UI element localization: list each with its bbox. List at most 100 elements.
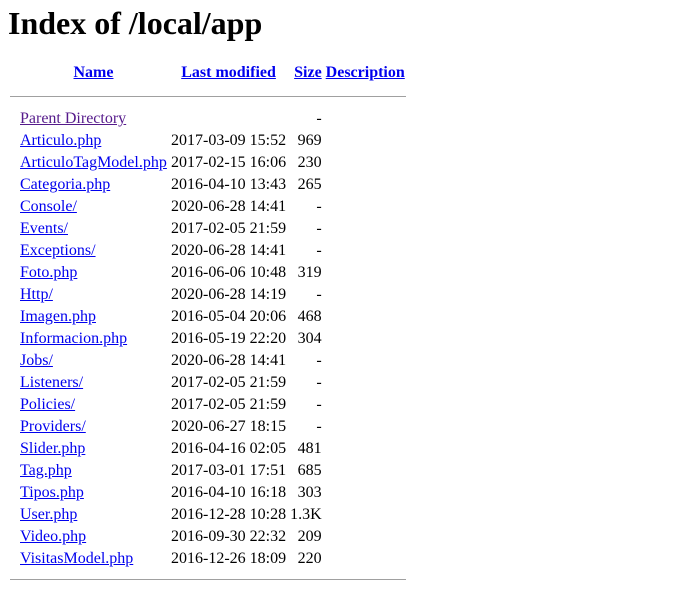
size-cell: 319 <box>297 264 322 281</box>
last-modified-cell: 2017-03-01 17:51 <box>171 462 287 479</box>
icon-cell <box>10 417 17 437</box>
icon-cell <box>10 307 17 327</box>
name-cell: Policies/ <box>19 395 168 415</box>
size-cell: 969 <box>297 132 322 149</box>
file-link[interactable]: Slider.php <box>20 440 85 457</box>
file-row: Slider.php 2016-04-16 02:05 481 <box>10 439 406 459</box>
name-cell: ArticuloTagModel.php <box>19 153 168 173</box>
last-modified-cell: 2020-06-27 18:15 <box>171 418 287 435</box>
description-cell <box>325 417 406 437</box>
icon-cell <box>10 549 17 569</box>
size-cell: 685 <box>297 462 322 479</box>
last-modified-cell: 2016-05-04 20:06 <box>171 308 287 325</box>
icon-cell <box>10 285 17 305</box>
name-cell: Video.php <box>19 527 168 547</box>
sort-by-description-link[interactable]: Description <box>326 64 405 81</box>
last-modified-cell: 2016-06-06 10:48 <box>171 264 287 281</box>
description-cell <box>325 329 406 349</box>
last-modified-cell: 2016-05-19 22:20 <box>171 330 287 347</box>
file-link[interactable]: ArticuloTagModel.php <box>20 154 167 171</box>
file-row: Foto.php 2016-06-06 10:48 319 <box>10 263 406 283</box>
icon-cell <box>10 483 17 503</box>
icon-cell <box>10 329 17 349</box>
file-row: Listeners/2017-02-05 21:59 - <box>10 373 406 393</box>
description-cell <box>325 131 406 151</box>
file-link[interactable]: VisitasModel.php <box>20 550 133 567</box>
description-cell <box>325 395 406 415</box>
file-link[interactable]: Exceptions/ <box>20 242 96 259</box>
file-link[interactable]: Console/ <box>20 198 77 215</box>
size-cell: 481 <box>297 440 322 457</box>
file-link[interactable]: Informacion.php <box>20 330 127 347</box>
icon-cell <box>10 505 17 525</box>
name-cell: Articulo.php <box>19 131 168 151</box>
name-cell: Jobs/ <box>19 351 168 371</box>
file-link[interactable]: Tag.php <box>20 462 72 479</box>
icon-cell <box>10 395 17 415</box>
icon-cell <box>10 461 17 481</box>
name-cell: Events/ <box>19 219 168 239</box>
icon-cell <box>10 109 17 129</box>
description-cell <box>325 197 406 217</box>
file-row: Categoria.php 2016-04-10 13:43 265 <box>10 175 406 195</box>
file-row: Tag.php 2017-03-01 17:51 685 <box>10 461 406 481</box>
name-cell: Tipos.php <box>19 483 168 503</box>
last-modified-cell: 2016-04-10 16:18 <box>171 484 287 501</box>
sort-by-name-link[interactable]: Name <box>74 64 114 81</box>
last-modified-cell: 2020-06-28 14:19 <box>171 286 287 303</box>
file-row: Policies/2017-02-05 21:59 - <box>10 395 406 415</box>
description-cell <box>325 505 406 525</box>
name-cell: VisitasModel.php <box>19 549 168 569</box>
last-modified-cell: 2017-02-05 21:59 <box>171 396 287 413</box>
description-cell <box>325 175 406 195</box>
file-link[interactable]: Policies/ <box>20 396 75 413</box>
file-link[interactable]: Video.php <box>20 528 86 545</box>
name-cell: Informacion.php <box>19 329 168 349</box>
footer-divider <box>10 571 406 584</box>
icon-cell <box>10 175 17 195</box>
size-cell: - <box>316 110 322 127</box>
file-link[interactable]: Events/ <box>20 220 68 237</box>
file-row: Articulo.php 2017-03-09 15:52 969 <box>10 131 406 151</box>
last-modified-cell: 2017-02-05 21:59 <box>171 220 287 237</box>
file-row: User.php 2016-12-28 10:28 1.3K <box>10 505 406 525</box>
file-link[interactable]: User.php <box>20 506 77 523</box>
file-link[interactable]: Foto.php <box>20 264 77 281</box>
file-row: Jobs/2020-06-28 14:41 - <box>10 351 406 371</box>
name-cell: Exceptions/ <box>19 241 168 261</box>
description-cell <box>325 527 406 547</box>
icon-cell <box>10 263 17 283</box>
file-link[interactable]: Jobs/ <box>20 352 53 369</box>
parent-directory-link[interactable]: Parent Directory <box>20 110 126 127</box>
file-link[interactable]: Listeners/ <box>20 374 83 391</box>
file-row: ArticuloTagModel.php 2017-02-15 16:06 230 <box>10 153 406 173</box>
last-modified-cell: 2016-12-26 18:09 <box>171 550 287 567</box>
icon-cell <box>10 219 17 239</box>
size-cell: 303 <box>297 484 322 501</box>
file-link[interactable]: Categoria.php <box>20 176 110 193</box>
file-row: Http/2020-06-28 14:19 - <box>10 285 406 305</box>
sort-by-last-modified-link[interactable]: Last modified <box>181 64 276 81</box>
file-link[interactable]: Providers/ <box>20 418 86 435</box>
last-modified-cell: 2020-06-28 14:41 <box>171 352 287 369</box>
last-modified-cell <box>170 109 287 129</box>
file-link[interactable]: Tipos.php <box>20 484 84 501</box>
icon-cell <box>10 241 17 261</box>
size-cell: - <box>316 396 322 413</box>
file-link[interactable]: Articulo.php <box>20 132 101 149</box>
name-cell: Listeners/ <box>19 373 168 393</box>
file-link[interactable]: Http/ <box>20 286 53 303</box>
header-divider <box>10 86 406 107</box>
sort-by-size-link[interactable]: Size <box>294 64 322 81</box>
last-modified-cell: 2020-06-28 14:41 <box>171 242 287 259</box>
name-cell: Slider.php <box>19 439 168 459</box>
file-link[interactable]: Imagen.php <box>20 308 96 325</box>
file-row: Console/2020-06-28 14:41 - <box>10 197 406 217</box>
size-cell: - <box>316 242 322 259</box>
description-cell <box>325 307 406 327</box>
size-cell: 230 <box>297 154 322 171</box>
size-cell: - <box>316 198 322 215</box>
description-cell <box>325 483 406 503</box>
name-cell: Parent Directory <box>19 109 168 129</box>
size-cell: 220 <box>297 550 322 567</box>
